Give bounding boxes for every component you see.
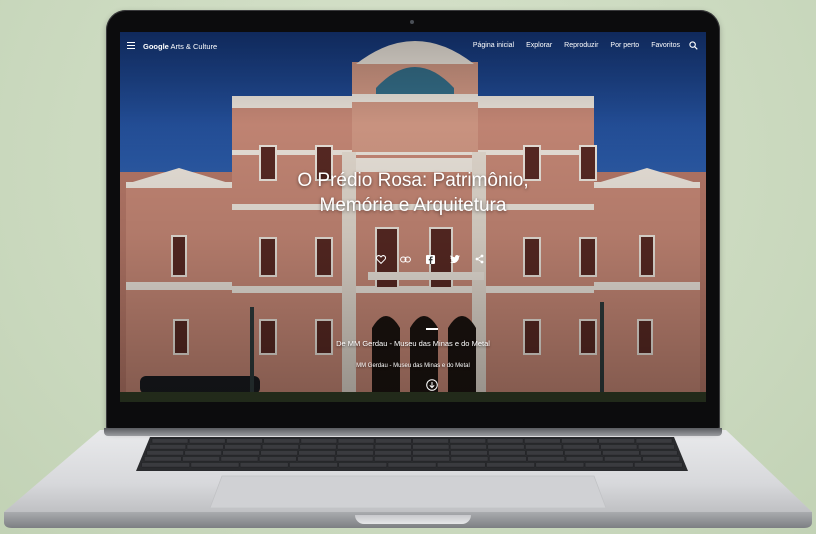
brand-google: Google <box>143 42 169 51</box>
story-title-line-2: Memória e Arquitetura <box>319 195 507 216</box>
nav-link-explore[interactable]: Explorar <box>526 42 552 49</box>
share-icon[interactable] <box>474 254 485 265</box>
search-icon[interactable] <box>689 41 698 50</box>
laptop-hinge <box>104 428 722 436</box>
heart-icon[interactable] <box>375 254 386 265</box>
nav-link-home[interactable]: Página inicial <box>473 42 514 49</box>
link-icon[interactable] <box>399 254 411 265</box>
story-byline[interactable]: De MM Gerdau - Museu das Minas e do Meta… <box>213 339 613 348</box>
brand-arts-culture: Arts & Culture <box>168 42 218 51</box>
facebook-icon[interactable] <box>425 254 436 265</box>
title-divider <box>426 328 438 330</box>
chevron-down-circle-icon[interactable] <box>426 379 438 391</box>
laptop-opening-notch <box>355 515 471 524</box>
nav-link-nearby[interactable]: Por perto <box>610 42 639 49</box>
story-title: O Prédio Rosa: Patrimônio, Memória e Arq… <box>213 168 613 218</box>
share-actions <box>375 253 485 265</box>
story-institution[interactable]: MM Gerdau - Museu das Minas e do Metal <box>213 363 613 369</box>
menu-icon[interactable] <box>127 42 135 49</box>
browser-viewport: Google Arts & Culture Página inicial Exp… <box>120 32 706 402</box>
brand-logo[interactable]: Google Arts & Culture <box>143 42 217 51</box>
webcam <box>410 20 414 24</box>
nav-link-favorites[interactable]: Favoritos <box>651 42 680 49</box>
nav-link-play[interactable]: Reproduzir <box>564 42 598 49</box>
keyboard <box>136 437 688 471</box>
story-title-line-1: O Prédio Rosa: Patrimônio, <box>297 170 529 191</box>
twitter-icon[interactable] <box>449 254 460 265</box>
nav-links: Página inicial Explorar Reproduzir Por p… <box>473 42 680 49</box>
top-nav-bar: Google Arts & Culture Página inicial Exp… <box>120 32 706 60</box>
